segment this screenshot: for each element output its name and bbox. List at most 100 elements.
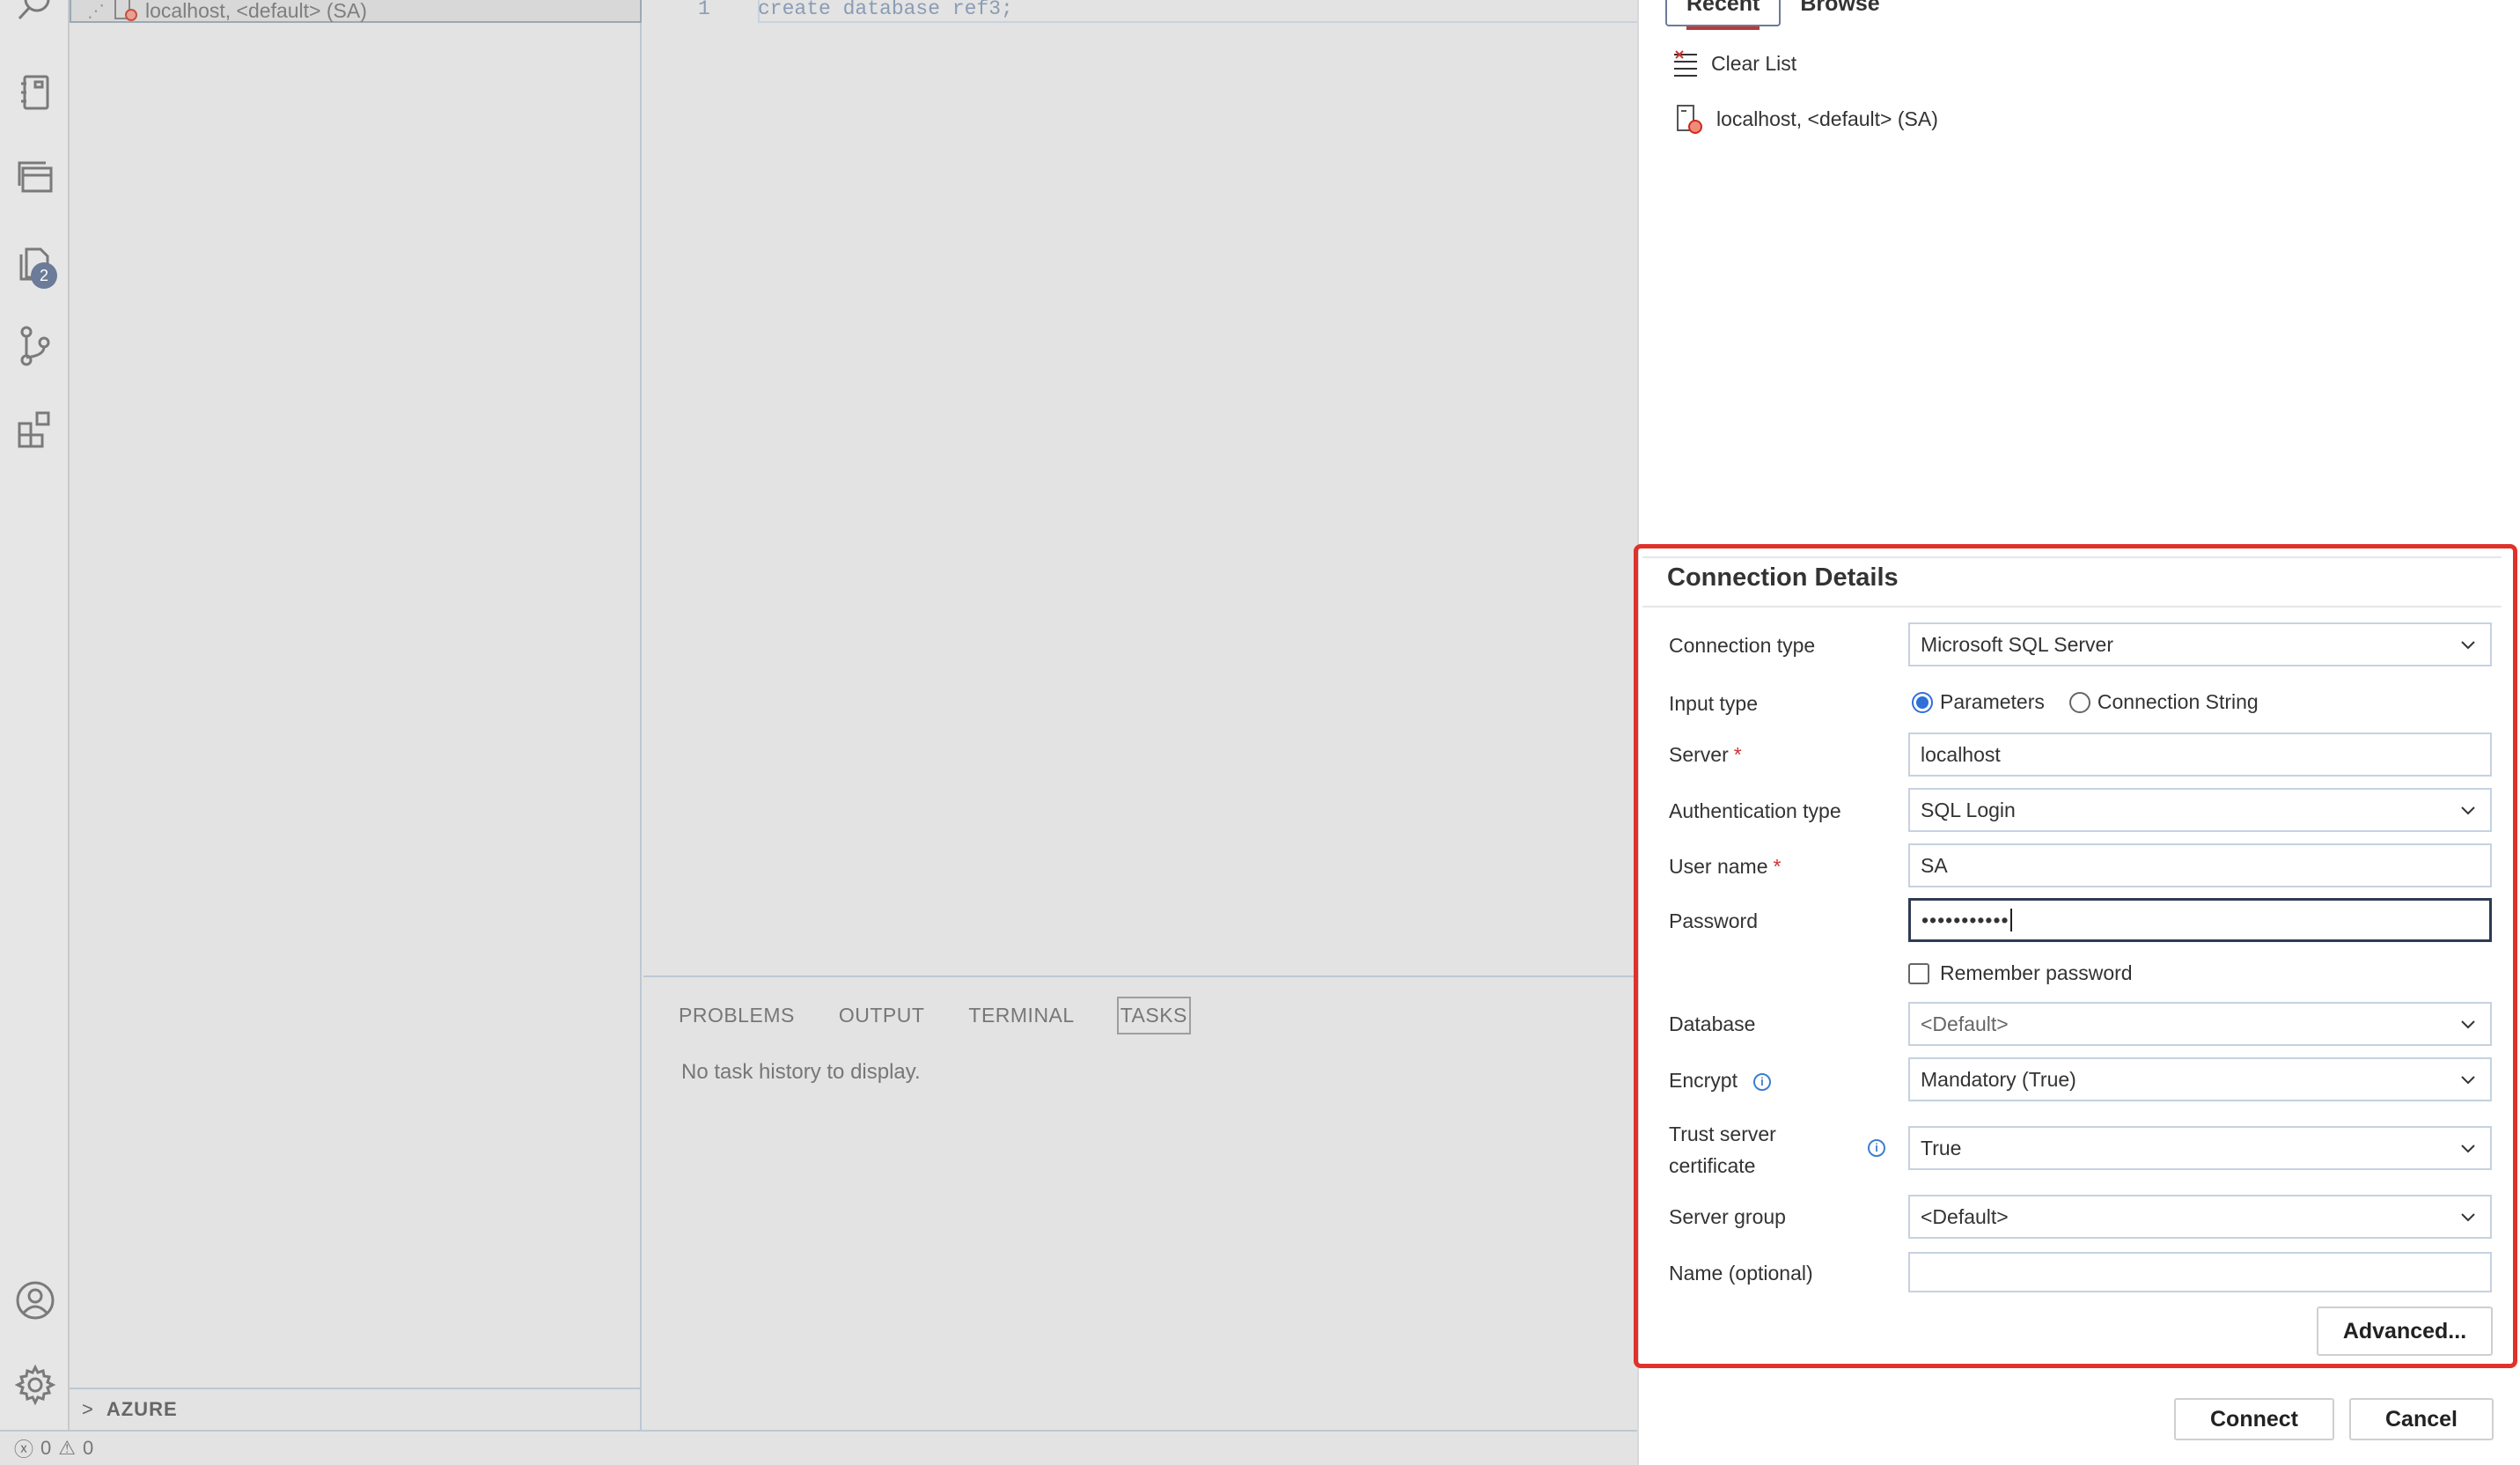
tab-browse[interactable]: Browse [1781,0,1899,26]
account-icon[interactable] [0,1270,70,1331]
server-group-value: <Default> [1921,1204,2009,1228]
parameters-radio[interactable] [1912,691,1933,713]
auth-type-value: SQL Login [1921,798,2016,821]
notebook-icon[interactable] [0,62,70,123]
connect-button[interactable]: Connect [2174,1398,2334,1440]
server-value: localhost [1921,742,2001,766]
server-tree-item[interactable]: ⋰ localhost, <default> (SA) [70,0,642,23]
database-select[interactable]: <Default> [1908,1002,2492,1046]
error-icon[interactable]: ⓧ [14,1434,33,1462]
trust-cert-label-line1: Trust server [1669,1123,1776,1145]
sidebar: ⋰ localhost, <default> (SA) > AZURE [70,0,642,1430]
server-label-text: Server [1669,743,1729,766]
user-name-label-text: User name [1669,855,1768,878]
info-icon[interactable]: i [1868,1139,1885,1157]
connection-type-select[interactable]: Microsoft SQL Server [1908,622,2492,666]
remember-password-checkbox[interactable] [1908,962,1929,984]
connection-string-radio[interactable] [2068,691,2090,713]
chevron-down-icon [2461,641,2475,650]
tree-item-label: localhost, <default> (SA) [145,0,367,22]
azure-label: AZURE [106,1398,178,1420]
tab-browse-label: Browse [1800,0,1880,16]
database-label: Database [1669,1012,1756,1035]
clear-list-icon [1674,50,1697,77]
connection-type-label: Connection type [1669,634,1816,657]
trust-cert-label: Trust server certificate [1669,1118,1776,1182]
encrypt-select[interactable]: Mandatory (True) [1908,1057,2492,1101]
chevron-right-icon: > [82,1398,94,1420]
source-control-icon[interactable] [0,315,70,377]
user-name-label: User name * [1669,855,1781,879]
info-icon[interactable]: i [1752,1072,1771,1091]
auth-type-select[interactable]: SQL Login [1908,788,2492,832]
code-text: create database ref3; [758,0,1013,20]
warning-count[interactable]: 0 [83,1437,93,1460]
cancel-button[interactable]: Cancel [2349,1398,2494,1440]
settings-gear-icon[interactable] [0,1354,70,1416]
error-count[interactable]: 0 [40,1437,51,1460]
remember-password-label: Remember password [1940,961,2133,984]
connection-details-title: Connection Details [1667,563,1899,592]
azure-section-header[interactable]: > AZURE [70,1388,642,1430]
encrypt-value: Mandatory (True) [1921,1067,2076,1091]
divider [1642,556,2502,558]
trust-cert-select[interactable]: True [1908,1126,2492,1170]
chevron-down-icon [2461,806,2475,815]
tab-recent-label: Recent [1686,0,1760,16]
server-label: Server * [1669,743,1742,767]
password-value: ••••••••••• [1921,908,2009,931]
server-group-label: Server group [1669,1205,1786,1228]
remember-password-row[interactable]: Remember password [1908,961,2133,985]
recent-connection-item[interactable]: localhost, <default> (SA) [1676,104,1938,134]
input-type-radios: Parameters Connection String [1912,690,2259,714]
tab-recent[interactable]: Recent [1665,0,1782,30]
name-optional-input[interactable] [1908,1252,2492,1292]
trust-cert-value: True [1921,1136,1962,1159]
encrypt-label: Encrypt i [1669,1069,1771,1093]
required-marker: * [1733,743,1742,766]
name-optional-label: Name (optional) [1669,1262,1813,1285]
server-group-select[interactable]: <Default> [1908,1195,2492,1239]
extensions-icon[interactable] [0,400,70,461]
connection-details: Connection Details Connection type Micro… [1634,544,2520,1368]
tab-tasks[interactable]: TASKS [1116,997,1191,1034]
tab-problems[interactable]: PROBLEMS [677,997,797,1034]
text-cursor [2009,909,2012,931]
server-icon [1677,105,1702,134]
search-icon[interactable] [0,0,70,35]
highlight-box [1634,544,2517,1368]
connection-type-value: Microsoft SQL Server [1921,632,2113,656]
dialog-tabs: Recent Browse [1665,0,1899,30]
parameters-label: Parameters [1940,690,2045,713]
code-line: 1 create database ref3; [643,0,1637,23]
warning-icon[interactable]: ⚠ [58,1437,76,1460]
auth-type-label: Authentication type [1669,799,1841,822]
connection-dialog: Recent Browse Clear List localhost, <def… [1634,0,2520,1465]
user-name-input[interactable]: SA [1908,843,2492,887]
editor[interactable]: 1 create database ref3; [643,0,1637,975]
clear-list-label: Clear List [1711,51,1797,75]
line-number: 1 [698,0,710,20]
trust-cert-label-line2: certificate [1669,1154,1756,1177]
tab-terminal[interactable]: TERMINAL [966,997,1076,1034]
clear-list-button[interactable]: Clear List [1672,49,1796,77]
chevron-down-icon [2461,1213,2475,1222]
input-type-label: Input type [1669,692,1759,715]
tab-output[interactable]: OUTPUT [837,997,927,1034]
password-input[interactable]: ••••••••••• [1908,898,2492,942]
explorer-icon[interactable]: 2 [0,231,70,292]
chevron-down-icon [2461,1020,2475,1029]
server-input[interactable]: localhost [1908,732,2492,777]
required-marker: * [1773,855,1782,878]
activity-bar: 2 [0,0,70,1430]
advanced-button[interactable]: Advanced... [2317,1307,2493,1356]
status-bar: ⓧ 0 ⚠ 0 [0,1430,1637,1465]
recent-connection-label: localhost, <default> (SA) [1716,107,1938,130]
connections-icon[interactable] [0,146,70,208]
database-value: <Default> [1921,1012,2009,1035]
connection-string-label: Connection String [2097,690,2259,713]
explorer-badge: 2 [31,262,57,289]
user-name-value: SA [1921,853,1948,877]
panel-message: No task history to display. [681,1060,921,1084]
encrypt-label-text: Encrypt [1669,1069,1738,1092]
